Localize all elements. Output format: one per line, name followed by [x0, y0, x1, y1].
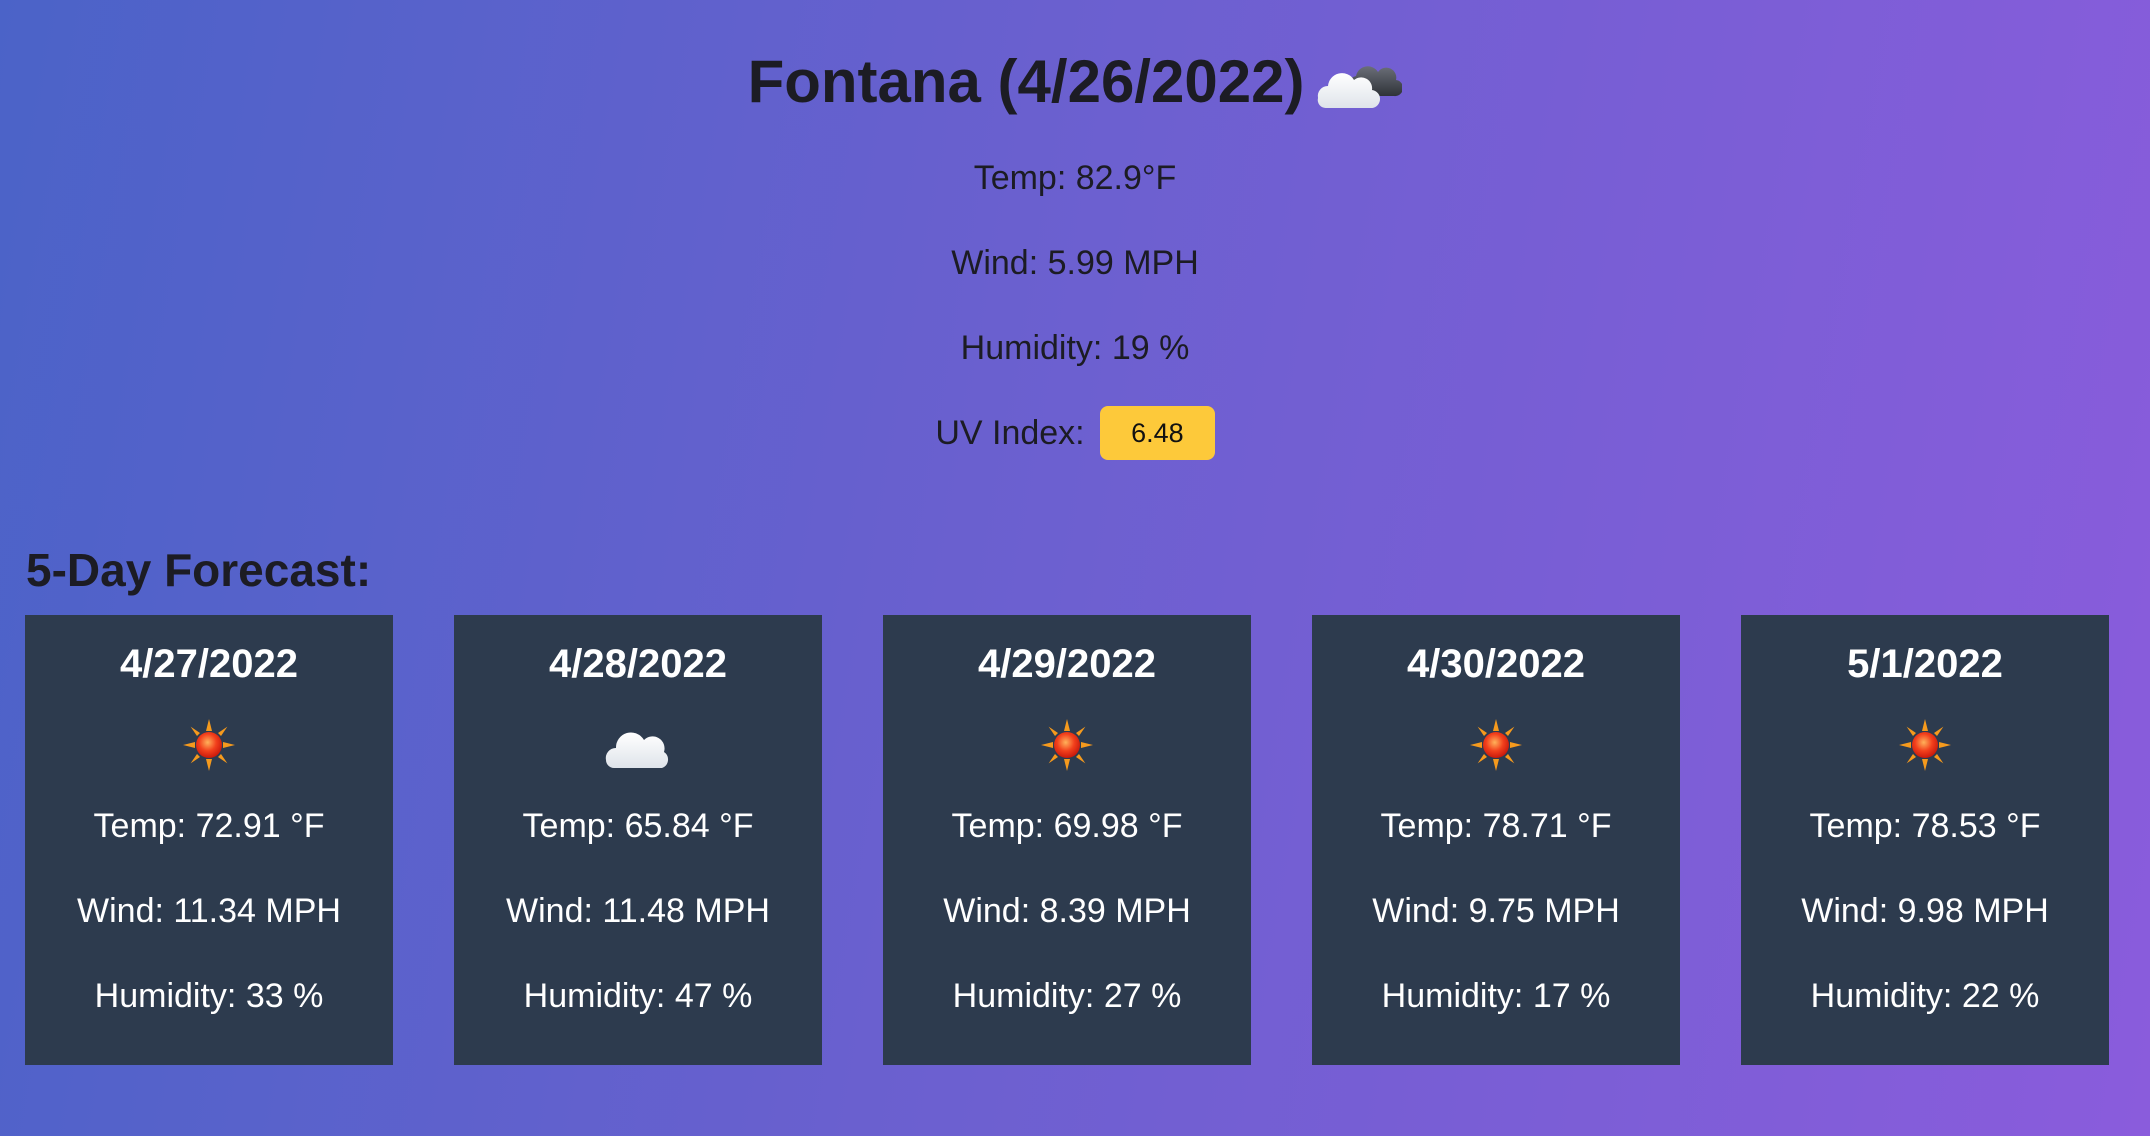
forecast-wind: Wind: 8.39 MPH: [943, 892, 1191, 930]
current-humidity: Humidity: 19 %: [960, 329, 1190, 367]
forecast-humidity: Humidity: 27 %: [952, 977, 1182, 1015]
uv-label: UV Index:: [935, 413, 1085, 452]
forecast-heading: 5-Day Forecast:: [26, 544, 372, 596]
current-uv: UV Index: 6.48: [0, 406, 2150, 462]
forecast-temp: Temp: 65.84 °F: [522, 807, 754, 845]
forecast-temp: Temp: 78.71 °F: [1380, 807, 1612, 845]
forecast-date: 4/27/2022: [120, 642, 298, 686]
forecast-card: 5/1/2022 Temp: 78.53 °F Wind: 9.98 MPH H…: [1741, 615, 2109, 1065]
partly-cloudy-icon: [1312, 50, 1404, 110]
forecast-wind: Wind: 9.98 MPH: [1801, 892, 2049, 930]
forecast-humidity: Humidity: 33 %: [94, 977, 324, 1015]
forecast-wind: Wind: 11.48 MPH: [506, 892, 770, 930]
sun-icon: [883, 715, 1251, 775]
forecast-wind: Wind: 9.75 MPH: [1372, 892, 1620, 930]
forecast-humidity: Humidity: 17 %: [1381, 977, 1611, 1015]
forecast-temp: Temp: 69.98 °F: [951, 807, 1183, 845]
forecast-card: 4/29/2022 Temp: 69.98 °F Wind: 8.39 MPH …: [883, 615, 1251, 1065]
city-title: Fontana (4/26/2022): [0, 42, 2150, 122]
forecast-date: 5/1/2022: [1847, 642, 2003, 686]
sun-icon: [1741, 715, 2109, 775]
forecast-card: 4/27/2022 Temp: 72.91 °F Wind: 11.34 MPH…: [25, 615, 393, 1065]
forecast-card: 4/28/2022 Temp: 65.84 °F Wind: 11.48 MPH…: [454, 615, 822, 1065]
forecast-temp: Temp: 72.91 °F: [93, 807, 325, 845]
forecast-date: 4/28/2022: [549, 642, 727, 686]
forecast-humidity: Humidity: 22 %: [1810, 977, 2040, 1015]
sun-icon: [1312, 715, 1680, 775]
cloud-icon: [454, 715, 822, 775]
forecast-date: 4/29/2022: [978, 642, 1156, 686]
forecast-temp: Temp: 78.53 °F: [1809, 807, 2041, 845]
current-temp: Temp: 82.9°F: [973, 159, 1177, 197]
forecast-wind: Wind: 11.34 MPH: [77, 892, 341, 930]
forecast-date: 4/30/2022: [1407, 642, 1585, 686]
forecast-card: 4/30/2022 Temp: 78.71 °F Wind: 9.75 MPH …: [1312, 615, 1680, 1065]
current-wind: Wind: 5.99 MPH: [951, 244, 1199, 282]
uv-badge: 6.48: [1100, 406, 1215, 460]
city-title-text: Fontana (4/26/2022): [747, 48, 1305, 115]
forecast-humidity: Humidity: 47 %: [523, 977, 753, 1015]
sun-icon: [25, 715, 393, 775]
